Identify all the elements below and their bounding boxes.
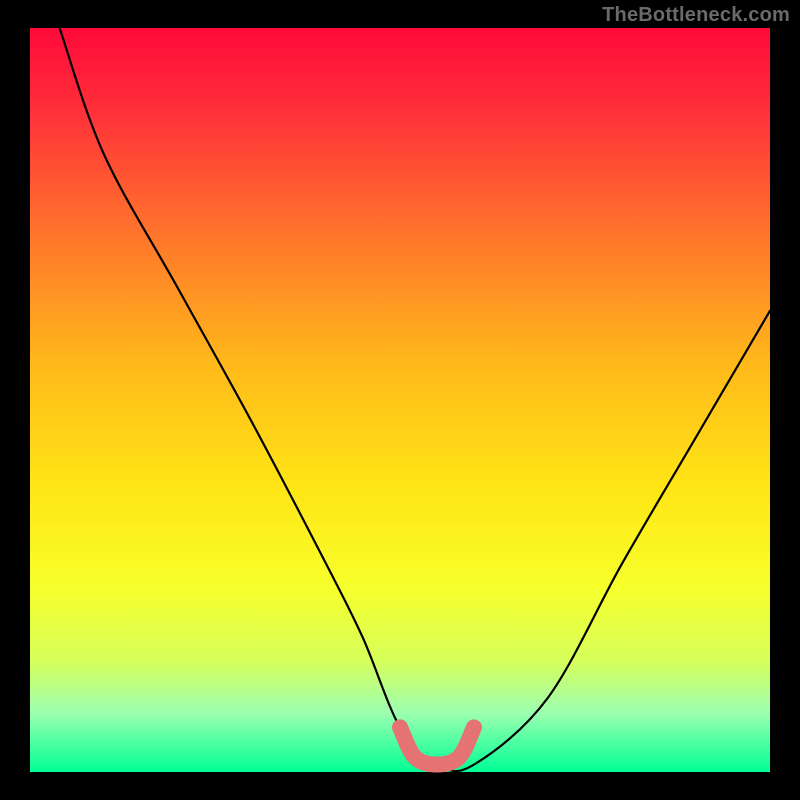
- chart-stage: TheBottleneck.com: [0, 0, 800, 800]
- bottleneck-chart: [0, 0, 800, 800]
- plot-background: [30, 28, 770, 772]
- watermark-text: TheBottleneck.com: [602, 4, 790, 27]
